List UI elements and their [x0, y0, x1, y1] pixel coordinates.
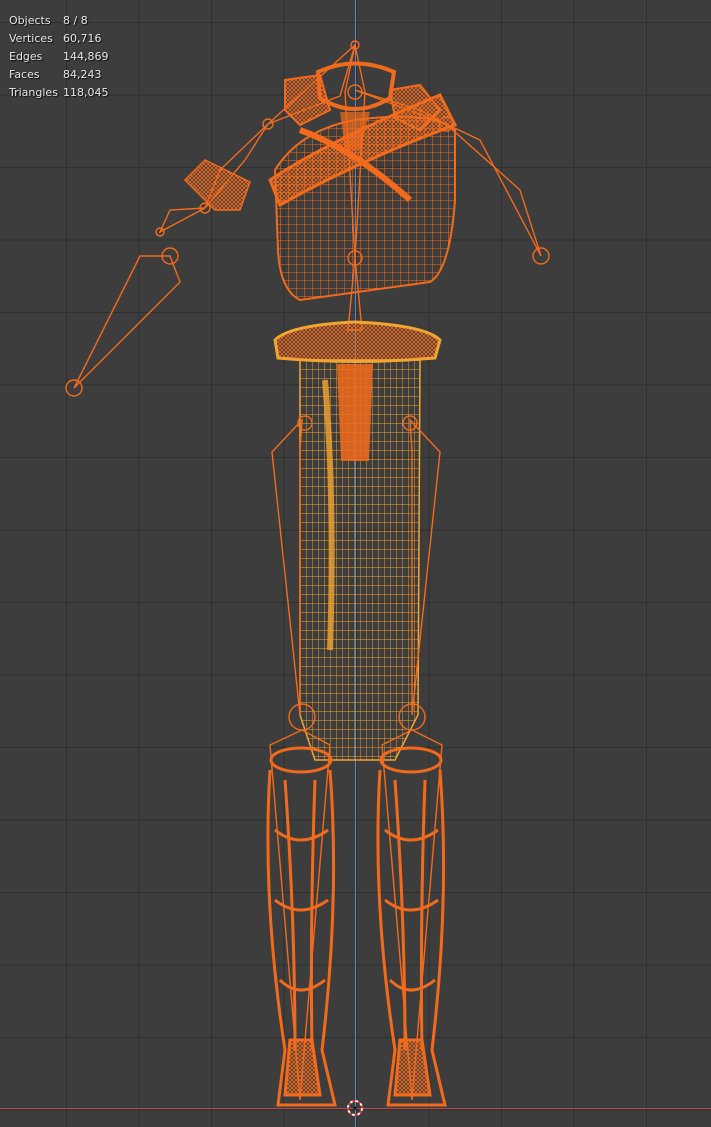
- 3d-viewport[interactable]: Objects 8 / 8 Vertices 60,716 Edges 144,…: [0, 0, 711, 1127]
- stat-label: Edges: [9, 50, 43, 63]
- stat-value: 118,045: [63, 86, 109, 99]
- statistics-overlay: Objects 8 / 8 Vertices 60,716 Edges 144,…: [9, 12, 109, 102]
- right-boot-mesh[interactable]: [376, 746, 447, 1107]
- stat-label: Triangles: [9, 86, 58, 99]
- top-garment-mesh[interactable]: [268, 93, 458, 302]
- stat-value: 8 / 8: [63, 14, 88, 27]
- stat-value: 144,869: [63, 50, 109, 63]
- stat-edges: Edges 144,869: [9, 48, 109, 66]
- pants-mesh[interactable]: [299, 359, 421, 761]
- stat-faces: Faces 84,243: [9, 66, 109, 84]
- stat-triangles: Triangles 118,045: [9, 84, 109, 102]
- 3d-cursor-icon[interactable]: [346, 1099, 364, 1117]
- wireframe-character[interactable]: [0, 0, 711, 1127]
- stat-label: Vertices: [9, 32, 53, 45]
- stat-label: Objects: [9, 14, 51, 27]
- stat-objects: Objects 8 / 8: [9, 12, 109, 30]
- stat-label: Faces: [9, 68, 40, 81]
- stat-vertices: Vertices 60,716: [9, 30, 109, 48]
- stat-value: 84,243: [63, 68, 102, 81]
- stat-value: 60,716: [63, 32, 102, 45]
- belt-mesh[interactable]: [273, 320, 442, 363]
- left-hand-mesh[interactable]: [183, 159, 251, 211]
